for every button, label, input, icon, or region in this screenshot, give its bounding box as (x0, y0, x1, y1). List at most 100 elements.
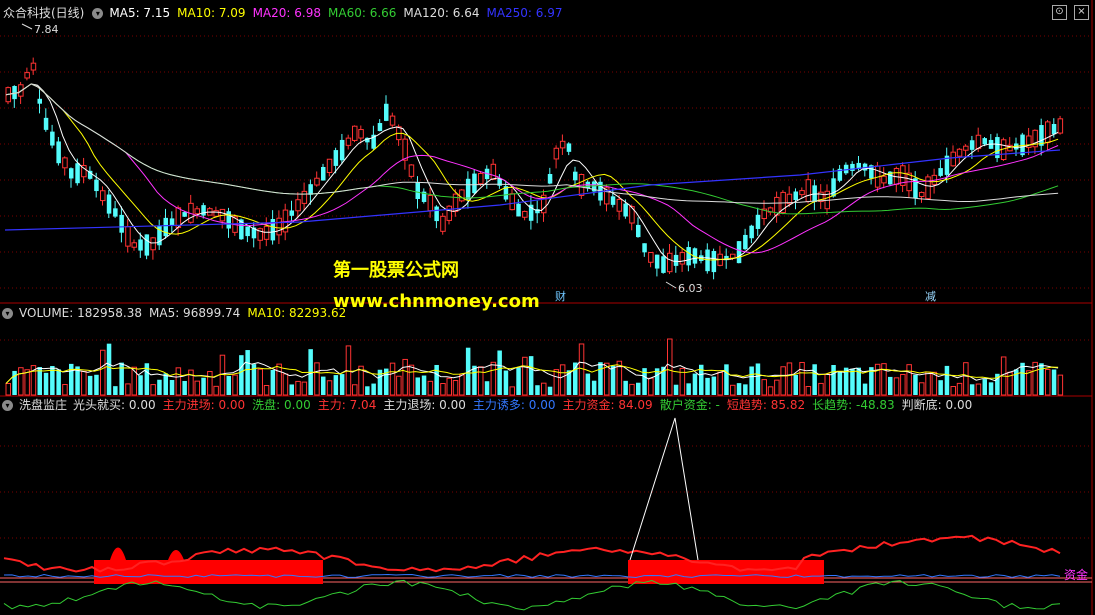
candle-up (408, 164, 415, 177)
main-force-spike (168, 550, 184, 560)
volume-bar (352, 384, 358, 396)
reduce-tag[interactable]: 减 (925, 288, 936, 304)
volume-bar (1045, 368, 1051, 396)
candle-down (94, 179, 99, 192)
candle-up (648, 252, 654, 263)
candle-down (37, 98, 42, 104)
indicator-toggle-icon[interactable]: ▾ (2, 399, 13, 411)
ma60-line (5, 83, 1059, 215)
candle-up (509, 193, 515, 211)
fund-tag: 资金 (1064, 568, 1089, 582)
candle-down (661, 256, 666, 273)
ma-legend-item-4: MA120: 6.64 (403, 6, 480, 20)
volume-bar (705, 377, 710, 395)
volume-bar (239, 355, 244, 395)
candle-down (465, 178, 471, 200)
candle-down (75, 163, 80, 184)
volume-bar (944, 365, 950, 395)
candle-up (389, 115, 396, 126)
finance-tag[interactable]: 财 (555, 288, 566, 304)
volume-bar (207, 371, 213, 396)
candle-down (755, 214, 761, 229)
candle-down (384, 103, 389, 121)
volume-bar (94, 374, 99, 395)
volume-bar (188, 369, 194, 396)
volume-bar (767, 386, 774, 396)
volume-bar (333, 375, 339, 395)
refresh-icon[interactable]: ⊙ (1052, 5, 1067, 20)
volume-bar (282, 373, 289, 396)
candle-down (182, 212, 187, 217)
volume-bar (623, 380, 628, 395)
candle-down (982, 138, 987, 145)
candle-up (522, 210, 528, 218)
candle-down (50, 131, 55, 146)
volume-bar (427, 380, 434, 396)
volume-bar (553, 369, 560, 396)
volume-bar (535, 385, 540, 395)
candle-up (799, 190, 805, 196)
candle-down (113, 208, 118, 217)
candle-up (358, 129, 364, 139)
collapse-toggle-icon[interactable]: ▾ (92, 7, 104, 19)
candle-up (175, 207, 182, 228)
candle-down (119, 214, 124, 233)
volume-bar (125, 383, 131, 396)
volume-bar (913, 374, 918, 395)
indicator-legend-item-3: 主力: 7.04 (317, 398, 377, 412)
volume-bar (541, 382, 547, 396)
main-force-spike (110, 547, 126, 560)
candle-up (478, 173, 484, 185)
volume-bar (245, 350, 250, 395)
candle-down (938, 168, 943, 176)
candle-down (636, 224, 641, 238)
watermark-title: 第一股票公式网 (333, 260, 459, 281)
high-price-label: 7.84 (34, 23, 59, 36)
volume-toggle-icon[interactable]: ▾ (2, 307, 13, 319)
volume-bar (969, 384, 975, 395)
volume-bar (81, 370, 87, 396)
candle-down (642, 243, 647, 253)
volume-bar (232, 374, 238, 396)
candle-down (56, 141, 61, 164)
indicator-legend-item-9: 长趋势: -48.83 (812, 398, 895, 412)
volume-bar (106, 343, 112, 395)
candle-up (975, 134, 982, 150)
volume-bar (711, 376, 717, 395)
candle-down (623, 203, 628, 217)
candle-up (440, 215, 446, 232)
candle-up (553, 147, 560, 160)
main-force-block (628, 560, 824, 584)
volume-bar (982, 379, 987, 395)
volume-bar (18, 367, 24, 396)
volume-bar (175, 367, 182, 396)
candle-down (321, 167, 326, 181)
stock-title: 众合科技(日线) (3, 6, 85, 20)
volume-bar (219, 354, 226, 396)
volume-bar (371, 383, 376, 395)
candle-up (950, 151, 956, 167)
candle-down (169, 218, 175, 226)
candle-up (30, 62, 37, 71)
volume-bar (805, 386, 812, 396)
volume-bar (850, 368, 855, 395)
volume-bar (818, 382, 824, 396)
ma-legend-item-5: MA250: 6.97 (486, 6, 563, 20)
candle-up (881, 175, 887, 184)
indicator-legend-item-1: 主力进场: 0.00 (162, 398, 246, 412)
candle-down (415, 181, 420, 200)
close-icon[interactable]: × (1074, 5, 1089, 20)
retail-fund-spike (629, 417, 699, 561)
candle-down (969, 140, 975, 150)
volume-bar (610, 365, 616, 395)
volume-bar (755, 363, 761, 395)
volume-bar (824, 373, 830, 396)
volume-bar (270, 370, 276, 395)
volume-bar (415, 377, 420, 395)
volume-bar (559, 364, 566, 396)
volume-bar (673, 384, 679, 395)
volume-bar (472, 365, 477, 395)
candle-up (805, 179, 812, 202)
volume-bar (509, 386, 515, 396)
candle-down (106, 194, 112, 214)
